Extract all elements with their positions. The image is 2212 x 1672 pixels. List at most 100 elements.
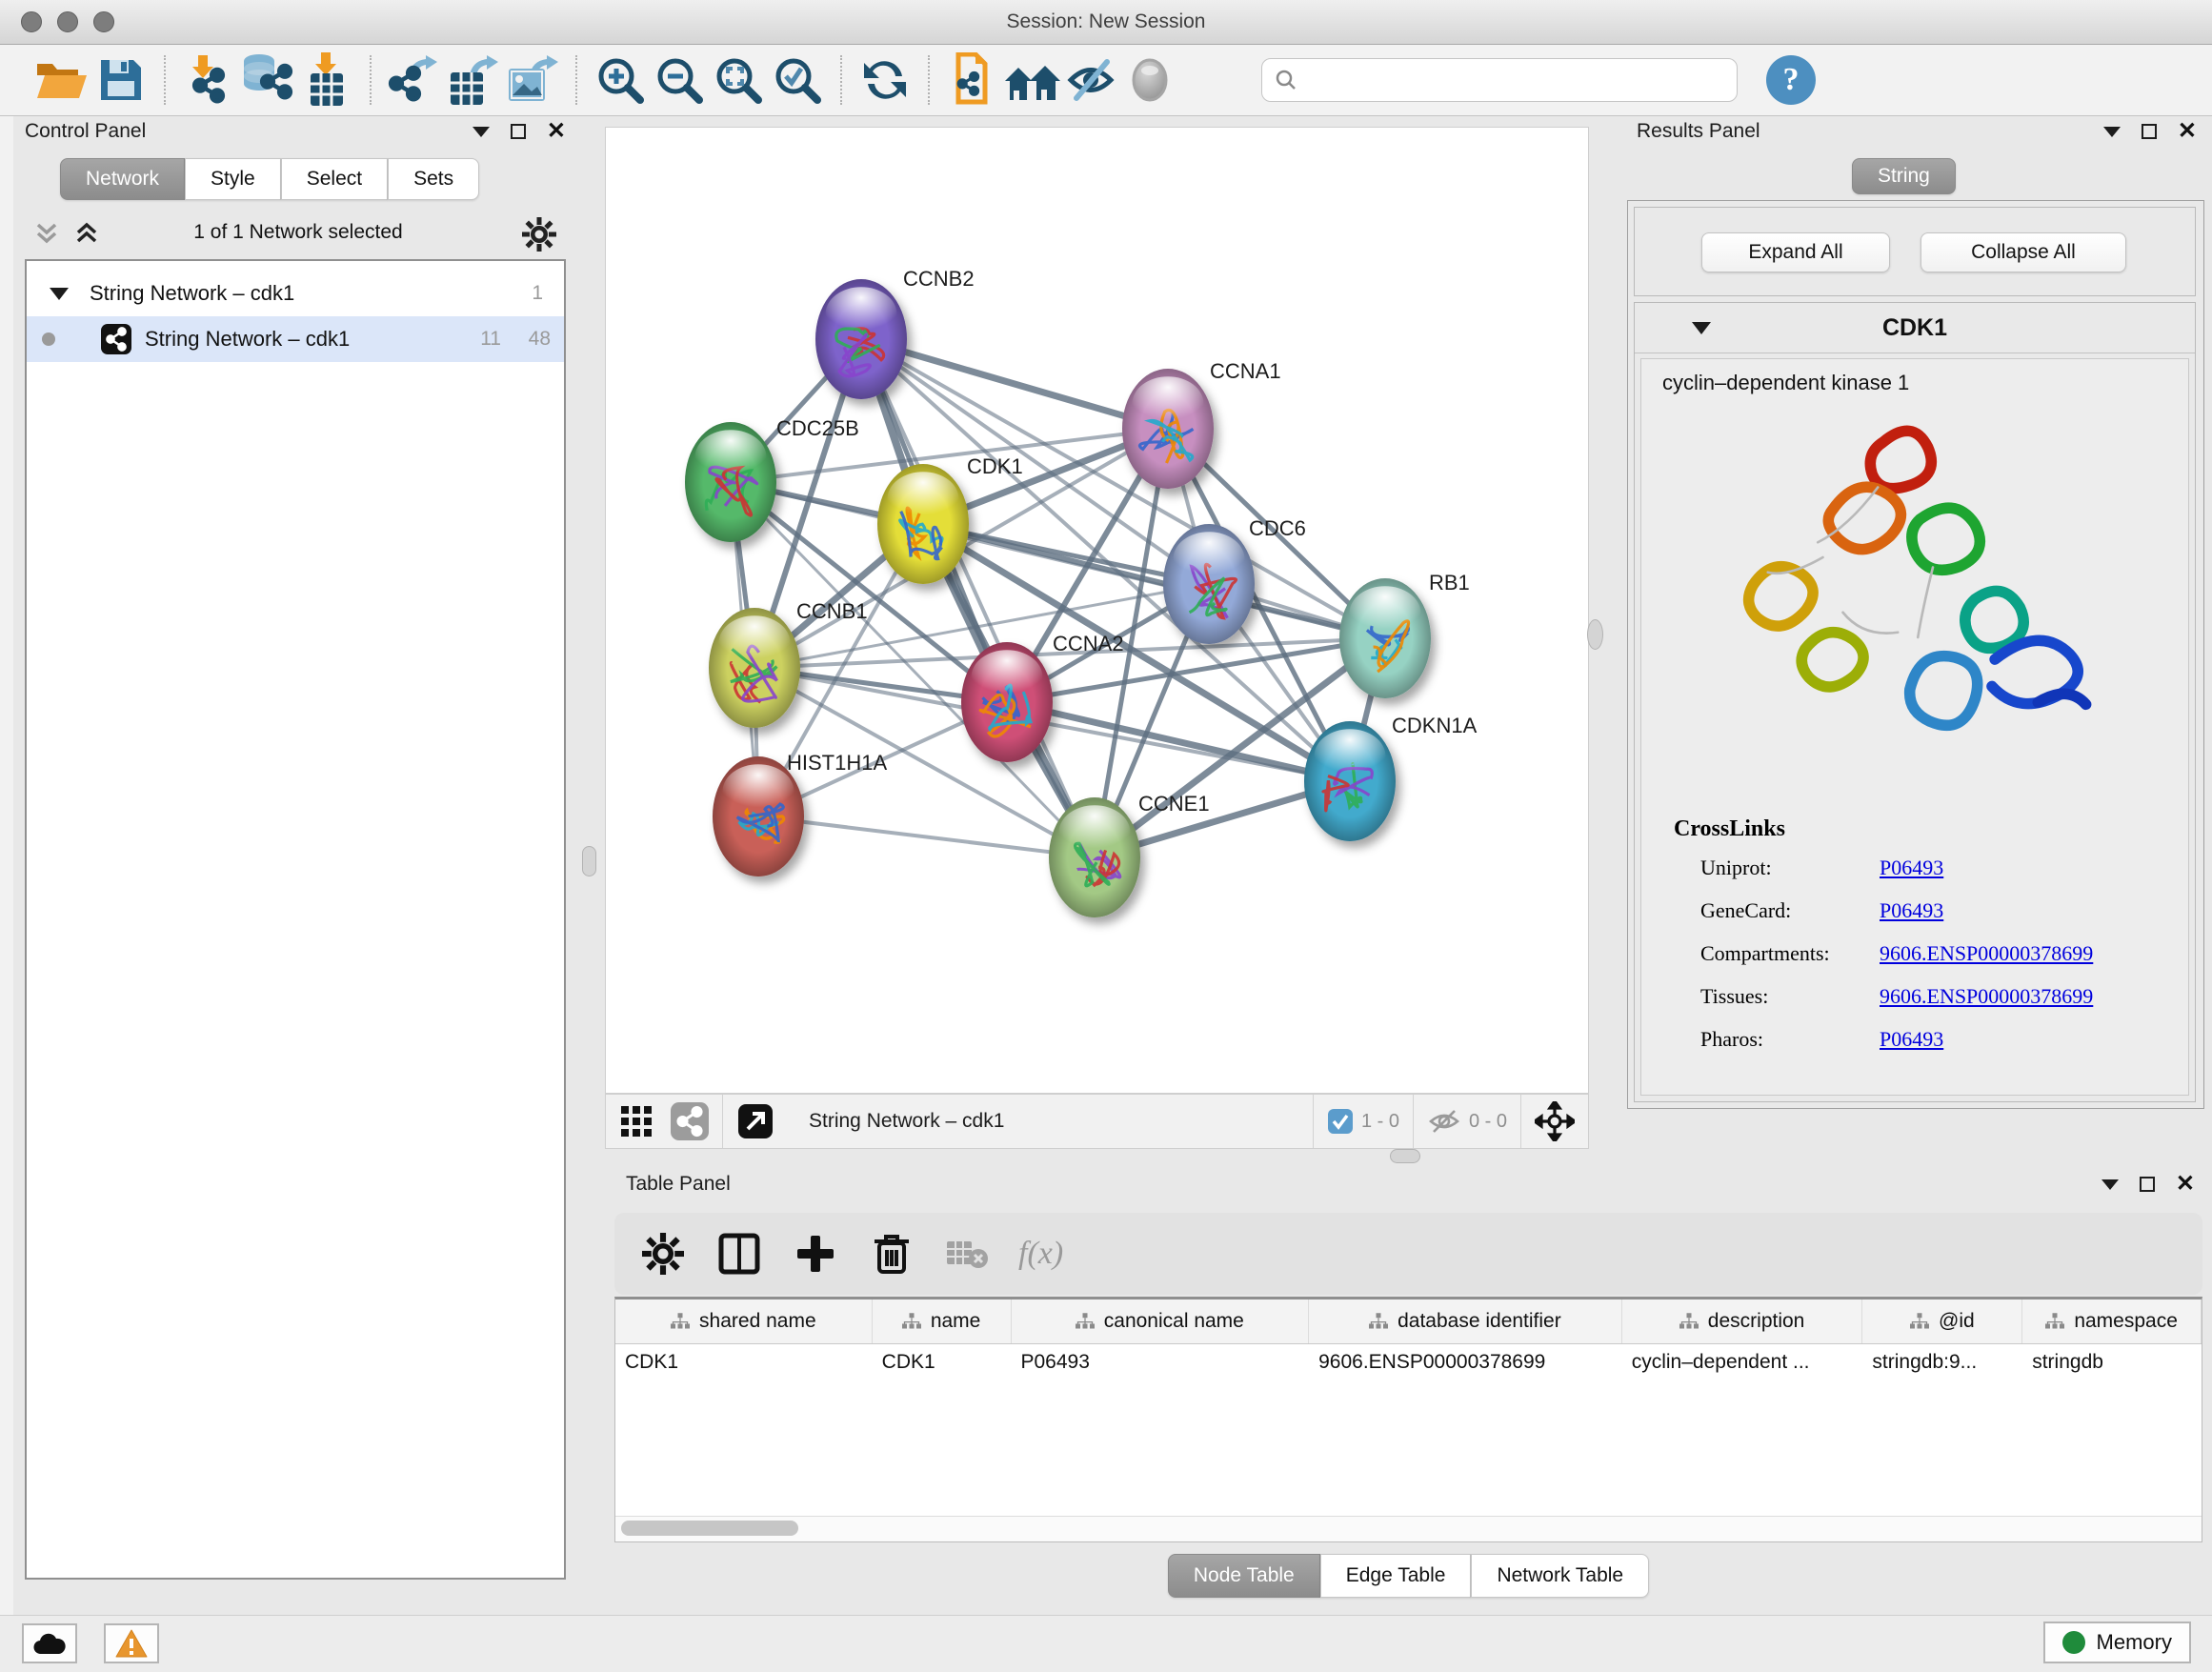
zoom-fit-button[interactable] bbox=[709, 50, 768, 110]
table-settings-button[interactable] bbox=[637, 1228, 689, 1279]
toolbar-separator bbox=[928, 55, 930, 105]
share-view-icon[interactable] bbox=[671, 1102, 709, 1140]
apply-preferred-layout-button[interactable] bbox=[855, 50, 915, 110]
close-panel-icon[interactable]: ✕ bbox=[2178, 124, 2197, 139]
panel-menu-icon[interactable] bbox=[2103, 127, 2121, 137]
expand-all-button[interactable]: Expand All bbox=[1701, 232, 1890, 272]
export-image-button[interactable] bbox=[503, 50, 562, 110]
right-splitter-handle[interactable] bbox=[1587, 619, 1603, 650]
close-panel-icon[interactable]: ✕ bbox=[547, 124, 566, 139]
network-collection-row[interactable]: String Network – cdk1 1 bbox=[27, 271, 564, 316]
open-session-button[interactable] bbox=[32, 50, 91, 110]
network-row[interactable]: String Network – cdk1 11 48 bbox=[27, 316, 564, 362]
crosslink-link[interactable]: P06493 bbox=[1880, 1027, 1943, 1052]
crosslink-link[interactable]: P06493 bbox=[1880, 856, 1943, 880]
memory-button[interactable]: Memory bbox=[2043, 1622, 2191, 1663]
tab-network-table[interactable]: Network Table bbox=[1471, 1554, 1649, 1598]
show-columns-button[interactable] bbox=[714, 1228, 765, 1279]
gear-icon[interactable] bbox=[522, 217, 556, 252]
toolbar-separator bbox=[840, 55, 842, 105]
column-header-description[interactable]: description bbox=[1622, 1299, 1863, 1343]
help-button[interactable]: ? bbox=[1766, 55, 1816, 105]
crosshair-pan-icon[interactable] bbox=[1535, 1101, 1575, 1141]
export-network-button[interactable] bbox=[385, 50, 444, 110]
function-builder-icon[interactable]: f(x) bbox=[1018, 1236, 1063, 1272]
node-CDKN1A[interactable]: CDKN1A bbox=[1304, 714, 1478, 841]
column-header-canonical-name[interactable]: canonical name bbox=[1012, 1299, 1310, 1343]
protein-header[interactable]: CDK1 bbox=[1635, 303, 2195, 353]
import-table-file-button[interactable] bbox=[297, 50, 356, 110]
left-splitter-handle[interactable] bbox=[582, 846, 596, 876]
zoom-selected-button[interactable] bbox=[768, 50, 827, 110]
column-header--id[interactable]: @id bbox=[1862, 1299, 2022, 1343]
hidden-counts: 0 - 0 bbox=[1469, 1111, 1507, 1133]
hidden-eye-icon[interactable] bbox=[1427, 1107, 1461, 1136]
column-header-namespace[interactable]: namespace bbox=[2022, 1299, 2202, 1343]
collapse-triangle-icon[interactable] bbox=[50, 288, 69, 300]
selected-checkbox-icon[interactable] bbox=[1327, 1108, 1354, 1135]
string-import-button[interactable] bbox=[943, 50, 1002, 110]
crosslink-link[interactable]: 9606.ENSP00000378699 bbox=[1880, 941, 2093, 966]
structure-sphere-button[interactable] bbox=[1120, 50, 1179, 110]
glass-ball-effect-button[interactable] bbox=[1061, 50, 1120, 110]
grid-view-icon[interactable] bbox=[619, 1104, 654, 1138]
tab-style[interactable]: Style bbox=[185, 158, 281, 200]
tab-select[interactable]: Select bbox=[281, 158, 388, 200]
table-cell[interactable]: cyclin–dependent ... bbox=[1622, 1343, 1863, 1381]
tab-network[interactable]: Network bbox=[60, 158, 185, 200]
panel-menu-icon[interactable] bbox=[473, 127, 490, 137]
table-cell[interactable]: P06493 bbox=[1012, 1343, 1310, 1381]
cloud-button[interactable] bbox=[22, 1623, 77, 1663]
import-network-database-button[interactable] bbox=[238, 50, 297, 110]
network-canvas[interactable]: CCNB2CCNA1CDC25BCDK1CDC6RB1CCNB1CCNA2CDK… bbox=[605, 127, 1589, 1094]
float-panel-icon[interactable] bbox=[2140, 1177, 2155, 1192]
column-header-shared-name[interactable]: shared name bbox=[615, 1299, 873, 1343]
column-header-database-identifier[interactable]: database identifier bbox=[1309, 1299, 1622, 1343]
edge-CCNB2-CCNA1[interactable] bbox=[861, 339, 1168, 429]
create-column-button[interactable] bbox=[790, 1228, 841, 1279]
edge-CCNB2-CCNE1[interactable] bbox=[861, 339, 1095, 857]
node-CDK1[interactable]: CDK1 bbox=[877, 454, 1023, 584]
delete-table-button[interactable] bbox=[942, 1228, 994, 1279]
string-home-button[interactable] bbox=[1002, 50, 1061, 110]
panel-menu-icon[interactable] bbox=[2101, 1179, 2119, 1190]
scrollbar-thumb[interactable] bbox=[621, 1521, 798, 1536]
export-table-button[interactable] bbox=[444, 50, 503, 110]
save-session-button[interactable] bbox=[91, 50, 151, 110]
table-cell[interactable]: 9606.ENSP00000378699 bbox=[1309, 1343, 1622, 1381]
delete-column-button[interactable] bbox=[866, 1228, 917, 1279]
tab-sets[interactable]: Sets bbox=[388, 158, 479, 200]
zoom-out-button[interactable] bbox=[650, 50, 709, 110]
node-CCNB2[interactable]: CCNB2 bbox=[815, 267, 975, 399]
search-input[interactable] bbox=[1298, 60, 1737, 100]
tab-node-table[interactable]: Node Table bbox=[1168, 1554, 1320, 1598]
float-panel-icon[interactable] bbox=[511, 124, 526, 139]
crosslink-link[interactable]: P06493 bbox=[1880, 898, 1943, 923]
table-cell[interactable]: stringdb bbox=[2022, 1343, 2202, 1381]
edge-CCNA2-CDKN1A[interactable] bbox=[1007, 702, 1350, 781]
import-network-file-button[interactable] bbox=[179, 50, 238, 110]
table-row[interactable]: CDK1CDK1P064939606.ENSP00000378699cyclin… bbox=[615, 1343, 2202, 1381]
search-box[interactable] bbox=[1261, 58, 1738, 102]
table-cell[interactable]: stringdb:9... bbox=[1862, 1343, 2022, 1381]
horizontal-scrollbar[interactable] bbox=[615, 1516, 2202, 1541]
warning-button[interactable] bbox=[104, 1623, 159, 1663]
bottom-splitter-handle[interactable] bbox=[1390, 1149, 1420, 1163]
node-CCNE1[interactable]: CCNE1 bbox=[1049, 792, 1210, 917]
node-CCNA1[interactable]: CCNA1 bbox=[1122, 359, 1281, 489]
tab-string[interactable]: String bbox=[1852, 158, 1956, 194]
edge-CDK1-RB1[interactable] bbox=[923, 524, 1385, 638]
collapse-all-button[interactable]: Collapse All bbox=[1920, 232, 2126, 272]
node-RB1[interactable]: RB1 bbox=[1339, 571, 1470, 698]
table-cell[interactable]: CDK1 bbox=[615, 1343, 873, 1381]
table-cell[interactable]: CDK1 bbox=[873, 1343, 1012, 1381]
birdseye-view-icon[interactable] bbox=[736, 1102, 774, 1140]
column-header-name[interactable]: name bbox=[873, 1299, 1012, 1343]
zoom-in-button[interactable] bbox=[591, 50, 650, 110]
float-panel-icon[interactable] bbox=[2142, 124, 2157, 139]
crosslink-link[interactable]: 9606.ENSP00000378699 bbox=[1880, 984, 2093, 1009]
close-panel-icon[interactable]: ✕ bbox=[2176, 1177, 2195, 1192]
edge-HIST1H1A-CCNE1[interactable] bbox=[758, 816, 1095, 857]
node-HIST1H1A[interactable]: HIST1H1A bbox=[713, 751, 887, 876]
tab-edge-table[interactable]: Edge Table bbox=[1320, 1554, 1472, 1598]
